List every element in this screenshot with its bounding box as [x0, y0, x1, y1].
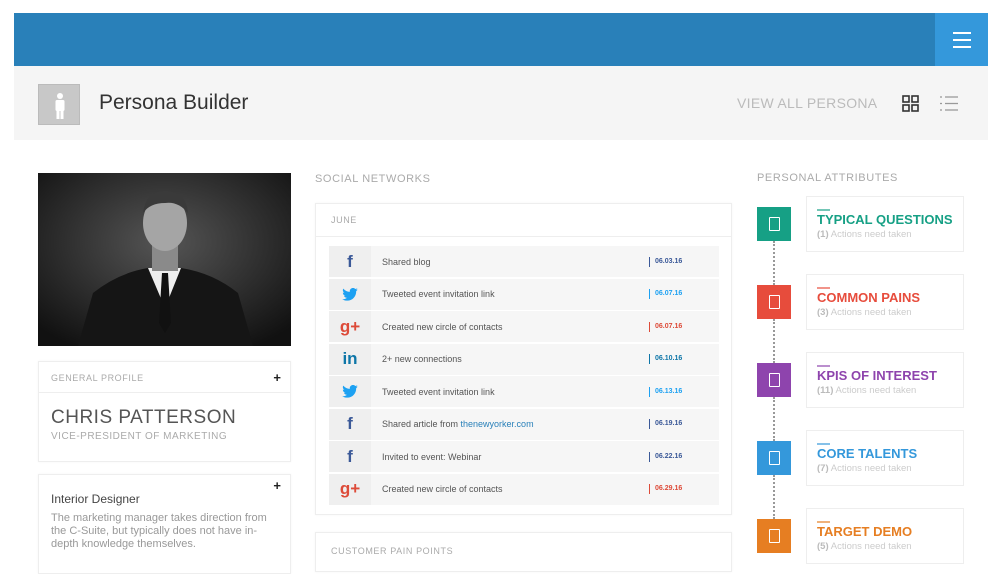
document-icon[interactable] [757, 207, 791, 241]
document-icon[interactable] [757, 363, 791, 397]
activity-date: 06.07.16 [649, 321, 719, 332]
general-profile-card: GENERAL PROFILE + CHRIS PATTERSON VICE-P… [38, 361, 291, 462]
activity-date: 06.10.16 [649, 354, 719, 364]
description-title: Interior Designer [51, 492, 140, 506]
twitter-icon [329, 278, 371, 310]
list-view-icon[interactable] [939, 95, 959, 117]
activity-row[interactable]: Tweeted event invitation link 06.07.16 [329, 278, 719, 310]
activity-text: 2+ new connections [382, 354, 462, 364]
attribute-title: KPIS OF INTEREST [817, 368, 937, 383]
attribute-title: TYPICAL QUESTIONS [817, 212, 953, 227]
activity-text: Invited to event: Webinar [382, 451, 482, 462]
activity-row[interactable]: g+ Created new circle of contacts 06.29.… [329, 473, 719, 505]
month-label: JUNE [331, 215, 357, 225]
expand-plus-icon[interactable]: + [273, 478, 281, 493]
social-networks-label: SOCIAL NETWORKS [315, 173, 431, 185]
persona-name: CHRIS PATTERSON [51, 407, 237, 428]
activity-text: Created new circle of contacts [382, 321, 503, 332]
description-text: The marketing manager takes direction fr… [51, 512, 267, 550]
attribute-title: COMMON PAINS [817, 290, 921, 305]
attribute-actions: (11) Actions need taken [817, 385, 917, 396]
activity-row[interactable]: in 2+ new connections 06.10.16 [329, 343, 719, 375]
facebook-icon: f [329, 246, 371, 277]
activity-row[interactable]: g+ Created new circle of contacts 06.07.… [329, 311, 719, 342]
activity-row[interactable]: f Shared blog 06.03.16 [329, 246, 719, 277]
persona-icon [38, 84, 80, 125]
activity-date: 06.22.16 [649, 451, 719, 462]
top-bar [14, 13, 988, 66]
hamburger-icon [952, 31, 971, 34]
expand-plus-icon[interactable]: + [273, 370, 281, 385]
attribute-actions: (1) Actions need taken [817, 229, 912, 240]
facebook-icon: f [329, 408, 371, 440]
activity-text: Shared article from thenewyorker.com [382, 419, 534, 429]
persona-photo [38, 173, 291, 346]
linkedin-icon: in [329, 343, 371, 375]
activity-date: 06.19.16 [649, 419, 719, 429]
activity-date: 06.07.16 [649, 289, 719, 299]
customer-pain-points-label: CUSTOMER PAIN POINTS [331, 546, 454, 556]
timeline-connector [773, 475, 775, 519]
activity-text: Tweeted event invitation link [382, 386, 495, 397]
facebook-icon: f [329, 441, 371, 472]
attribute-card[interactable]: TYPICAL QUESTIONS (1) Actions need taken [806, 196, 964, 252]
attribute-actions: (7) Actions need taken [817, 463, 912, 474]
activity-row[interactable]: Tweeted event invitation link 06.13.16 [329, 376, 719, 407]
menu-button[interactable] [935, 13, 988, 66]
activity-text: Created new circle of contacts [382, 484, 503, 494]
timeline-connector [773, 319, 775, 363]
persona-role: VICE-PRESIDENT OF MARKETING [51, 431, 228, 442]
activity-row[interactable]: f Shared article from thenewyorker.com 0… [329, 408, 719, 440]
attribute-card[interactable]: CORE TALENTS (7) Actions need taken [806, 430, 964, 486]
activity-date: 06.13.16 [649, 386, 719, 397]
timeline-connector [773, 397, 775, 441]
timeline-connector [773, 241, 775, 285]
attribute-card[interactable]: KPIS OF INTEREST (11) Actions need taken [806, 352, 964, 408]
social-networks-card: JUNE f Shared blog 06.03.16 Tweeted even… [315, 203, 732, 515]
activity-date: 06.03.16 [649, 256, 719, 267]
attribute-title: TARGET DEMO [817, 524, 913, 539]
attribute-title: CORE TALENTS [817, 446, 918, 461]
attribute-actions: (3) Actions need taken [817, 307, 912, 318]
page-title: Persona Builder [99, 91, 249, 114]
general-profile-label: GENERAL PROFILE [51, 373, 144, 383]
attribute-card[interactable]: COMMON PAINS (3) Actions need taken [806, 274, 964, 330]
article-link[interactable]: thenewyorker.com [461, 419, 534, 429]
personal-attributes-label: PERSONAL ATTRIBUTES [757, 172, 898, 184]
activity-text: Shared blog [382, 256, 431, 267]
twitter-icon [329, 376, 371, 407]
description-card: + Interior Designer The marketing manage… [38, 474, 291, 574]
document-icon[interactable] [757, 519, 791, 553]
google-plus-icon: g+ [329, 311, 371, 342]
google-plus-icon: g+ [329, 473, 371, 505]
attribute-card[interactable]: TARGET DEMO (5) Actions need taken [806, 508, 964, 564]
view-all-persona-link[interactable]: VIEW ALL PERSONA [737, 95, 877, 111]
activity-row[interactable]: f Invited to event: Webinar 06.22.16 [329, 441, 719, 472]
grid-view-icon[interactable] [902, 95, 919, 117]
document-icon[interactable] [757, 285, 791, 319]
document-icon[interactable] [757, 441, 791, 475]
activity-date: 06.29.16 [649, 484, 719, 494]
attribute-actions: (5) Actions need taken [817, 541, 912, 552]
page-header: Persona Builder VIEW ALL PERSONA [14, 66, 988, 140]
activity-text: Tweeted event invitation link [382, 289, 495, 299]
customer-pain-points-card: CUSTOMER PAIN POINTS [315, 532, 732, 572]
